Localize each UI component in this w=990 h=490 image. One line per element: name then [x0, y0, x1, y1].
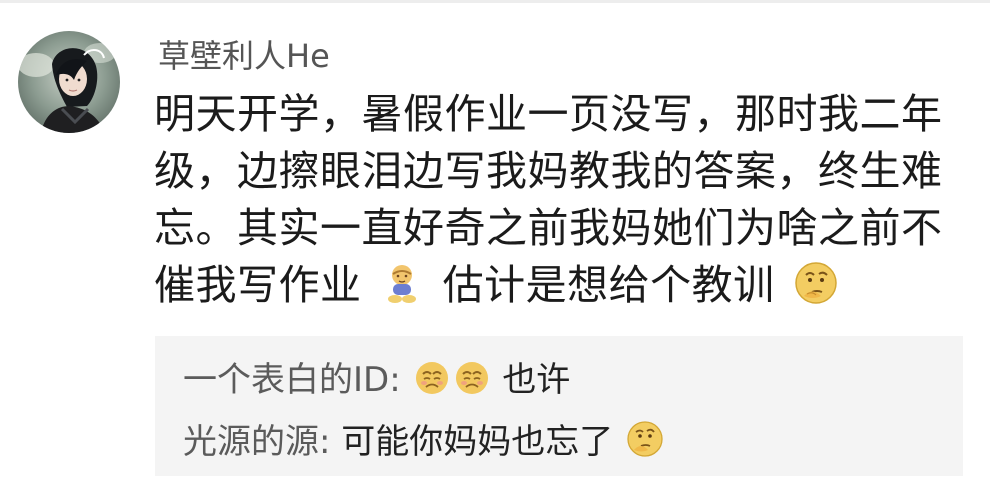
comment-line-1: 明天开学，暑假作业一页没写，那时我二年	[154, 90, 943, 138]
comment-username[interactable]: 草壁利人He	[158, 36, 330, 76]
reply-text: 可能你妈妈也忘了	[341, 422, 614, 462]
thinking-face-emoji	[626, 420, 664, 469]
reply-item: 一个表白的ID: 也许	[183, 358, 570, 407]
reply-author[interactable]: 光源的源	[183, 422, 319, 462]
toddler-sitting-emoji	[381, 261, 423, 320]
reply-text: 也许	[502, 360, 571, 400]
thinking-face-emoji	[794, 261, 838, 320]
sad-face-emoji	[414, 360, 450, 407]
comment-line-3: 忘。其实一直好奇之前我妈她们为啥之前不	[154, 204, 943, 252]
reply-item: 光源的源: 可能你妈妈也忘了	[183, 420, 666, 469]
user-avatar[interactable]	[18, 31, 120, 133]
sad-face-emoji	[454, 360, 490, 407]
comment-line-2: 级，边擦眼泪边写我妈教我的答案，终生难	[154, 147, 943, 195]
comment-line-4: 催我写作业 估计是想给个教训	[154, 257, 944, 320]
comment-body: 明天开学，暑假作业一页没写，那时我二年 级，边擦眼泪边写我妈教我的答案，终生难 …	[154, 86, 944, 320]
reply-separator: :	[319, 422, 331, 462]
comment-line-4-part-2: 估计是想给个教训	[442, 261, 775, 309]
top-divider	[0, 0, 990, 3]
replies-panel: 一个表白的ID: 也许 光源的源: 可能你妈妈也忘了	[155, 336, 963, 476]
comment-line-4-part-1: 催我写作业	[154, 261, 362, 309]
reply-separator: :	[389, 360, 401, 400]
reply-author[interactable]: 一个表白的ID	[183, 360, 389, 400]
